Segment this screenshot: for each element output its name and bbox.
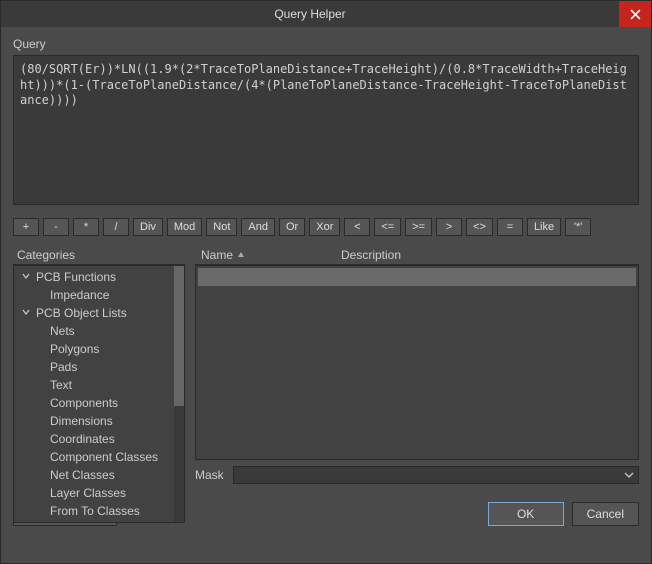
op-button-xor[interactable]: Xor bbox=[309, 218, 340, 236]
column-description[interactable]: Description bbox=[335, 246, 639, 264]
op-button-[interactable]: < bbox=[344, 218, 370, 236]
op-button-[interactable]: + bbox=[13, 218, 39, 236]
tree-item[interactable]: Text bbox=[14, 376, 174, 394]
categories-tree[interactable]: PCB Functions Impedance PCB Object Lists Ne… bbox=[13, 265, 185, 523]
tree-item[interactable]: Nets bbox=[14, 322, 174, 340]
ok-button[interactable]: OK bbox=[488, 502, 564, 526]
categories-label: Categories bbox=[13, 246, 185, 265]
op-button-[interactable]: * bbox=[73, 218, 99, 236]
op-button-div[interactable]: Div bbox=[133, 218, 163, 236]
op-button-mod[interactable]: Mod bbox=[167, 218, 202, 236]
close-icon bbox=[630, 9, 641, 20]
op-button-like[interactable]: Like bbox=[527, 218, 561, 236]
query-input[interactable] bbox=[13, 55, 639, 205]
tree-item[interactable]: Coordinates bbox=[14, 430, 174, 448]
close-button[interactable] bbox=[619, 1, 651, 27]
tree-item[interactable]: Layer Classes bbox=[14, 484, 174, 502]
op-button-[interactable]: = bbox=[497, 218, 523, 236]
tree-item[interactable]: Polygons bbox=[14, 340, 174, 358]
column-name-label: Name bbox=[201, 248, 233, 262]
operator-toolbar: +-*/DivModNotAndOrXor<<=>=><>=Like'*' bbox=[13, 218, 639, 236]
dropdown-icon bbox=[624, 472, 634, 478]
expand-icon bbox=[22, 308, 32, 318]
column-name[interactable]: Name bbox=[195, 246, 335, 264]
tree-group[interactable]: PCB Object Lists bbox=[14, 304, 174, 322]
mask-label: Mask bbox=[195, 468, 225, 482]
window-title: Query Helper bbox=[1, 7, 619, 21]
op-button-[interactable]: - bbox=[43, 218, 69, 236]
tree-item[interactable]: From To Classes bbox=[14, 502, 174, 520]
tree-item[interactable]: Dimensions bbox=[14, 412, 174, 430]
expand-icon bbox=[22, 272, 32, 282]
tree-group-label: PCB Object Lists bbox=[36, 306, 127, 320]
list-header: Name Description bbox=[195, 246, 639, 265]
tree-item[interactable]: Impedance bbox=[14, 286, 174, 304]
query-label: Query bbox=[13, 37, 639, 51]
cancel-button[interactable]: Cancel bbox=[572, 502, 639, 526]
op-button-[interactable]: <= bbox=[374, 218, 401, 236]
results-list[interactable] bbox=[195, 265, 639, 460]
op-button-[interactable]: / bbox=[103, 218, 129, 236]
op-button-[interactable]: >= bbox=[405, 218, 432, 236]
tree-group-label: PCB Functions bbox=[36, 270, 116, 284]
op-button-or[interactable]: Or bbox=[279, 218, 305, 236]
titlebar: Query Helper bbox=[1, 1, 651, 27]
tree-scrollbar[interactable] bbox=[174, 266, 184, 522]
op-button-not[interactable]: Not bbox=[206, 218, 237, 236]
tree-item[interactable]: Net Classes bbox=[14, 466, 174, 484]
tree-group[interactable]: PCB Functions bbox=[14, 268, 174, 286]
scroll-thumb[interactable] bbox=[174, 266, 184, 406]
mask-input[interactable] bbox=[233, 466, 639, 484]
op-button-[interactable]: <> bbox=[466, 218, 493, 236]
op-button-[interactable]: '*' bbox=[565, 218, 591, 236]
column-desc-label: Description bbox=[341, 248, 401, 262]
tree-item[interactable]: Pads bbox=[14, 358, 174, 376]
tree-item[interactable]: Components bbox=[14, 394, 174, 412]
list-row[interactable] bbox=[198, 268, 636, 286]
sort-asc-icon bbox=[237, 251, 245, 259]
op-button-and[interactable]: And bbox=[241, 218, 275, 236]
tree-item[interactable]: Component Classes bbox=[14, 448, 174, 466]
op-button-[interactable]: > bbox=[436, 218, 462, 236]
